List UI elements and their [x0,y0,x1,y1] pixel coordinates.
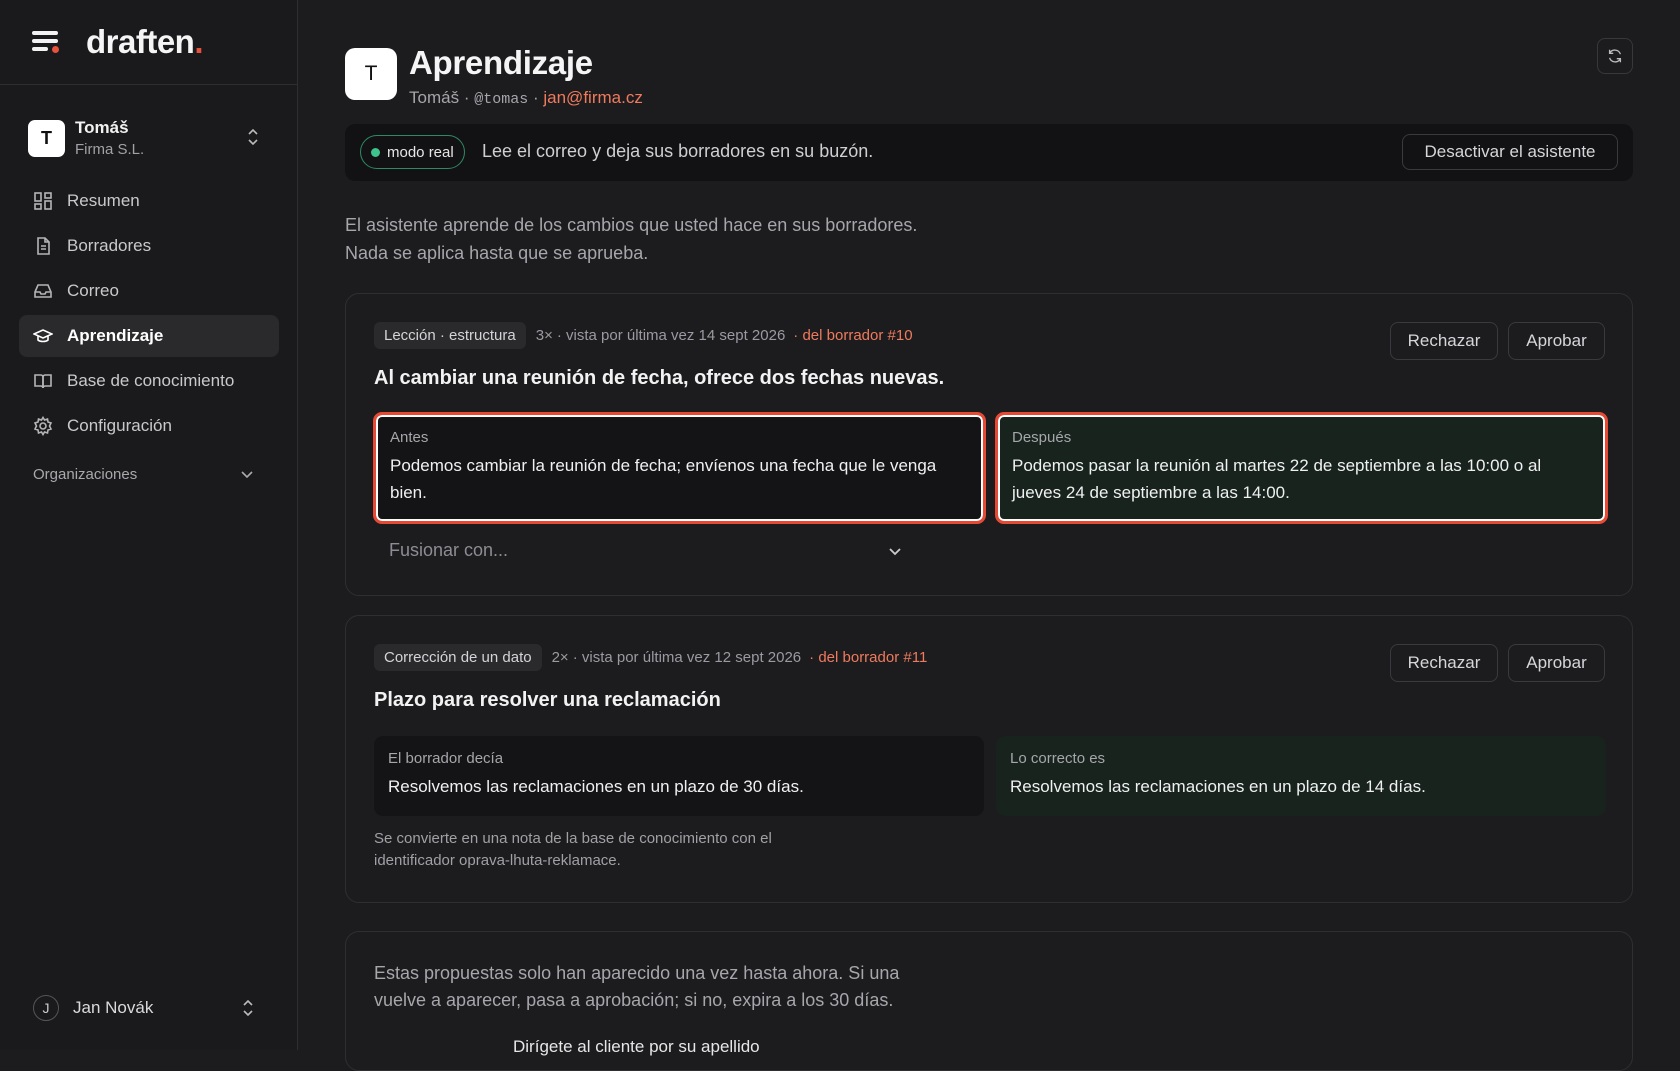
pending-line: vuelve a aparecer, pasa a aprobación; si… [374,990,894,1010]
book-icon [34,374,52,389]
user-name: Jan Novák [73,998,154,1017]
after-label: Después [1012,429,1072,446]
knowledge-note: Se convierte en una nota de la base de c… [374,828,772,872]
mode-label: modo real [387,143,454,161]
status-dot [371,147,380,157]
chevron-up-down-icon [248,128,258,146]
lesson-actions: Rechazar Aprobar [1390,644,1615,682]
before-label: El borrador decía [388,750,504,767]
chevron-down-icon [889,548,901,556]
approve-button[interactable]: Aprobar [1508,644,1605,682]
lesson-card: Corrección de un dato 2× · vista por últ… [345,615,1633,903]
workspace-name: Tomáš [75,118,129,137]
lesson-last-seen: · vista por última vez 14 sept 2026 [556,327,786,344]
nav-item-correo[interactable]: Correo [19,270,279,312]
after-label: Lo correcto es [1010,750,1106,767]
assistant-status-bar: modo real Lee el correo y deja sus borra… [345,124,1633,181]
intro-text: El asistente aprende de los cambios que … [345,211,917,267]
refresh-button[interactable] [1597,38,1633,74]
after-box: Lo correcto es Resolvemos las reclamacio… [996,736,1606,816]
chevron-up-down-icon [243,999,253,1017]
proposal-title: Dirígete al cliente por su apellido [513,1037,760,1056]
grid-icon [34,192,52,210]
reject-button[interactable]: Rechazar [1390,322,1498,360]
organizations-toggle[interactable]: Organizaciones [33,466,265,483]
user-avatar: J [33,995,59,1021]
page-header: T Aprendizaje Tomáš · @tomas · jan@firma… [345,44,643,108]
intro-line: El asistente aprende de los cambios que … [345,215,918,235]
lesson-last-seen: · vista por última vez 12 sept 2026 [572,649,802,666]
nav-label: Borradores [67,236,152,255]
lesson-tag: Corrección de un dato [374,644,542,671]
nav-item-configuracion[interactable]: Configuración [19,405,279,447]
lesson-tag: Lección · estructura [374,322,526,349]
before-box: El borrador decía Resolvemos las reclama… [374,736,984,816]
graduation-cap-icon [33,329,53,343]
mode-badge: modo real [360,135,465,169]
lesson-card: Lección · estructura 3× · vista por últi… [345,293,1633,596]
separator: · [532,88,539,107]
inbox-icon [34,284,52,298]
account-avatar: T [345,48,397,100]
pending-description: Estas propuestas solo han aparecido una … [374,960,899,1014]
refresh-icon [1608,49,1622,63]
before-text: Resolvemos las reclamaciones en un plazo… [388,777,804,796]
note-line: Se convierte en una nota de la base de c… [374,830,772,847]
lesson-actions: Rechazar Aprobar [1390,322,1615,360]
nav-label: Resumen [67,191,140,210]
note-line: identificador oprava-lhuta-reklamace. [374,852,621,869]
pending-proposals-card: Estas propuestas solo han aparecido una … [345,931,1633,1071]
account-info: Tomáš · @tomas · jan@firma.cz [409,88,643,108]
nav-label: Base de conocimiento [67,371,235,390]
merge-placeholder: Fusionar con... [389,540,509,560]
deactivate-assistant-button[interactable]: Desactivar el asistente [1402,134,1618,170]
lesson-source-link[interactable]: · del borrador #11 [809,649,927,666]
lesson-meta: Corrección de un dato 2× · vista por últ… [374,644,927,671]
lesson-title: Al cambiar una reunión de fecha, ofrece … [374,367,945,389]
logo: draften. [86,23,204,60]
nav-label: Correo [67,281,119,300]
chevron-down-icon [241,470,253,478]
organizations-label: Organizaciones [33,466,138,483]
workspace-avatar: T [28,119,65,157]
after-box: Después Podemos pasar la reunión al mart… [995,412,1608,524]
nav-item-base-de-conocimiento[interactable]: Base de conocimiento [19,360,279,402]
gear-icon [33,416,53,436]
nav-item-borradores[interactable]: Borradores [19,225,279,267]
account-name: Tomáš [409,88,460,107]
pending-line: Estas propuestas solo han aparecido una … [374,963,900,983]
after-text: Podemos pasar la reunión al martes 22 de… [1012,456,1542,502]
intro-line: Nada se aplica hasta que se aprueba. [345,243,649,263]
lesson-count: 3× [535,327,553,344]
nav-item-resumen[interactable]: Resumen [19,180,279,222]
before-text: Podemos cambiar la reunión de fecha; env… [390,456,937,502]
main-nav: Resumen Borradores Correo Aprendizaje Ba… [19,180,279,450]
account-email[interactable]: jan@firma.cz [543,88,642,107]
document-icon [37,237,50,255]
before-label: Antes [390,429,429,446]
sidebar: draften. T Tomáš Firma S.L. Resumen Borr… [0,0,298,1050]
lesson-meta: Lección · estructura 3× · vista por últi… [374,322,913,349]
lesson-count: 2× [551,649,569,666]
separator: · [463,88,470,107]
lesson-source-link[interactable]: · del borrador #10 [793,327,912,344]
nav-label: Configuración [67,416,172,435]
menu-icon[interactable] [32,31,60,53]
nav-label: Aprendizaje [67,326,164,345]
after-text: Resolvemos las reclamaciones en un plazo… [1010,777,1426,796]
nav-item-aprendizaje[interactable]: Aprendizaje [19,315,279,357]
account-handle: @tomas [474,91,529,108]
workspace-company: Firma S.L. [75,141,145,158]
lesson-title: Plazo para resolver una reclamación [374,689,721,711]
approve-button[interactable]: Aprobar [1508,322,1605,360]
workspace-switcher[interactable]: T Tomáš Firma S.L. [28,117,270,159]
brand-bar: draften. [0,0,297,85]
merge-select[interactable]: Fusionar con... [389,540,901,561]
reject-button[interactable]: Rechazar [1390,644,1498,682]
page-title: Aprendizaje [409,44,593,81]
user-menu[interactable]: J Jan Novák [33,994,265,1022]
status-description: Lee el correo y deja sus borradores en s… [482,141,874,161]
before-box: Antes Podemos cambiar la reunión de fech… [373,412,986,524]
